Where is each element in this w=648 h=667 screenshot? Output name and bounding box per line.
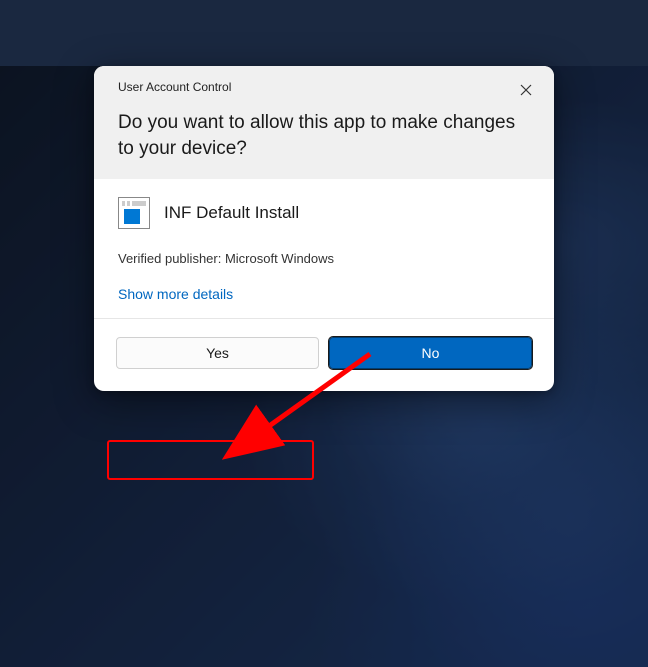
- no-button[interactable]: No: [329, 337, 532, 369]
- dialog-header: User Account Control Do you want to allo…: [94, 66, 554, 179]
- dialog-question: Do you want to allow this app to make ch…: [118, 110, 530, 161]
- dialog-footer: Yes No: [94, 318, 554, 391]
- publisher-line: Verified publisher: Microsoft Windows: [118, 251, 530, 266]
- close-button[interactable]: [514, 78, 538, 102]
- yes-button[interactable]: Yes: [116, 337, 319, 369]
- dialog-title-small: User Account Control: [118, 80, 530, 94]
- app-row: INF Default Install: [118, 197, 530, 229]
- show-more-details-link[interactable]: Show more details: [118, 286, 233, 302]
- app-icon: [118, 197, 150, 229]
- close-icon: [520, 84, 532, 96]
- dialog-body: INF Default Install Verified publisher: …: [94, 179, 554, 318]
- uac-dialog: User Account Control Do you want to allo…: [94, 66, 554, 391]
- app-name: INF Default Install: [164, 203, 299, 223]
